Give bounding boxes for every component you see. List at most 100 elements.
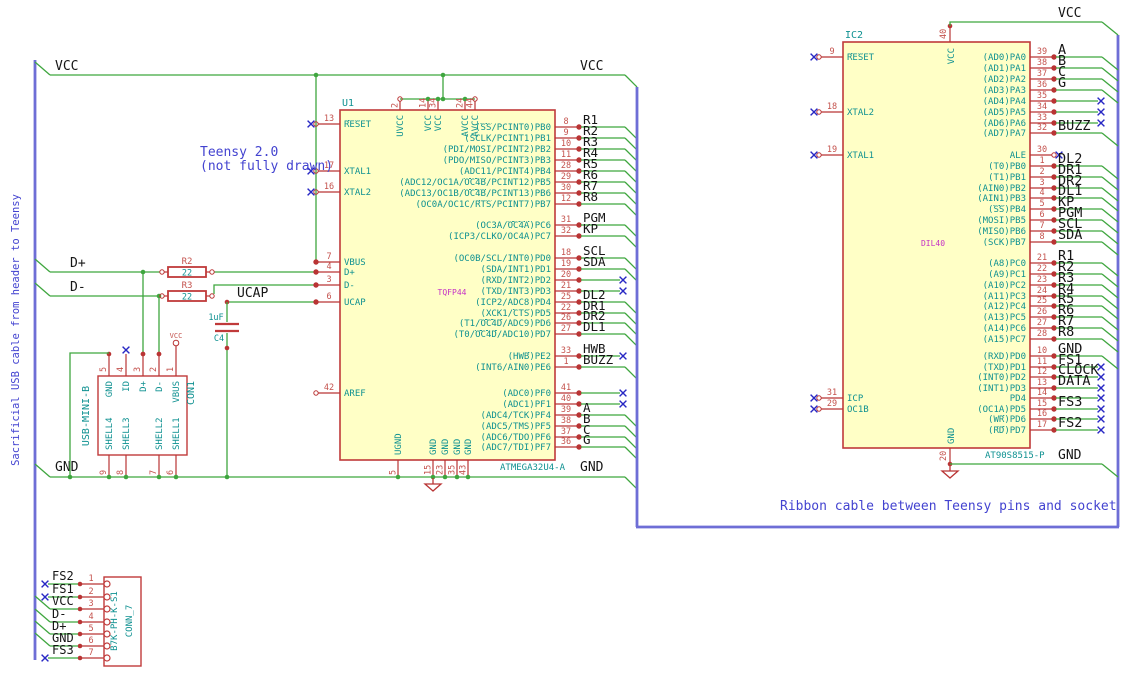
net-label-dplus[interactable]: D+ [70, 256, 86, 271]
bus-entry[interactable] [624, 159, 638, 173]
bus-entry[interactable] [624, 137, 638, 151]
net-label-ucap[interactable]: UCAP [237, 286, 268, 301]
bus-entry[interactable] [624, 268, 638, 282]
bus-entry[interactable] [1101, 273, 1119, 288]
net-label-vcc[interactable]: VCC [1058, 6, 1081, 21]
bus-entry[interactable] [34, 282, 51, 297]
bus-entry[interactable] [624, 181, 638, 195]
net-label-R8[interactable]: R8 [583, 189, 598, 204]
bus-entry[interactable] [1101, 208, 1119, 223]
bus-entry[interactable] [1101, 262, 1119, 277]
bus-entry[interactable] [1101, 219, 1119, 234]
bus-entry[interactable] [1101, 241, 1119, 256]
net-label-dminus[interactable]: D- [70, 280, 86, 295]
pin-number: 17 [1037, 420, 1047, 430]
net-label-FS3[interactable]: FS3 [52, 643, 74, 657]
bus-entry[interactable] [624, 257, 638, 271]
pin-number: 36 [561, 437, 571, 447]
bus-entry[interactable] [1101, 327, 1119, 342]
bus-entry[interactable] [624, 301, 638, 315]
bus-entry[interactable] [624, 170, 638, 184]
pin-name: VCC [424, 115, 434, 131]
bus-entry[interactable] [624, 322, 638, 336]
bus-entry[interactable] [624, 148, 638, 162]
net-label-BUZZ[interactable]: BUZZ [583, 352, 614, 367]
note-teensy-line2: (not fully drawn) [200, 159, 334, 174]
bus-entry[interactable] [624, 446, 638, 460]
pin-name: (A10)PC2 [983, 281, 1026, 291]
net-label-R8[interactable]: R8 [1058, 324, 1074, 340]
bus-entry[interactable] [624, 74, 638, 88]
net-label-BUZZ[interactable]: BUZZ [1058, 118, 1091, 134]
bus-entry[interactable] [624, 333, 638, 347]
bus-entry[interactable] [624, 476, 638, 490]
bus-entry[interactable] [34, 595, 51, 610]
bus-entry[interactable] [624, 414, 638, 428]
junction [1051, 87, 1057, 93]
net-label-gnd[interactable]: GND [55, 460, 79, 475]
pin-number: 1 [166, 367, 176, 372]
bus-entry[interactable] [624, 192, 638, 206]
net-label-FS2[interactable]: FS2 [52, 569, 74, 583]
bus-entry[interactable] [1101, 67, 1119, 82]
net-label-G[interactable]: G [583, 432, 591, 447]
pin-name: SHELL4 [105, 417, 115, 450]
bus-entry[interactable] [34, 258, 51, 273]
bus-entry[interactable] [34, 608, 51, 623]
net-label-FS2[interactable]: FS2 [1058, 415, 1082, 431]
bus-entry[interactable] [1101, 89, 1119, 104]
pin-name: AREF [344, 389, 366, 399]
bus-entry[interactable] [1101, 316, 1119, 331]
bus-entry[interactable] [624, 203, 638, 217]
bus-entry[interactable] [1101, 338, 1119, 353]
bus-entry[interactable] [1101, 463, 1119, 478]
resistor-value: 22 [182, 269, 192, 279]
bus-entry[interactable] [34, 632, 51, 647]
vcc-wire[interactable] [949, 21, 1102, 26]
bus-entry[interactable] [624, 312, 638, 326]
bus-entry[interactable] [1101, 78, 1119, 93]
net-label-gnd[interactable]: GND [1058, 448, 1082, 463]
bus-entry[interactable] [624, 436, 638, 450]
bus-entry[interactable] [1101, 187, 1119, 202]
bus-entry[interactable] [1101, 197, 1119, 212]
bus-entry[interactable] [34, 620, 51, 635]
bus-entry[interactable] [1101, 295, 1119, 310]
junction [77, 643, 83, 649]
pin-end [816, 395, 822, 401]
bus-entry[interactable] [624, 366, 638, 380]
bus-entry[interactable] [1101, 284, 1119, 299]
net-label-vcc[interactable]: VCC [580, 59, 603, 74]
bus-entry[interactable] [34, 463, 51, 478]
bus-entry[interactable] [1101, 21, 1119, 36]
net-label-DL1[interactable]: DL1 [583, 319, 606, 334]
bus-entry[interactable] [1101, 355, 1119, 370]
bus-entry[interactable] [1101, 165, 1119, 180]
pin-number: 3 [133, 367, 143, 372]
bus-entry[interactable] [624, 224, 638, 238]
net-label-VCC[interactable]: VCC [52, 594, 74, 608]
bus-entry[interactable] [1101, 176, 1119, 191]
net-label-SDA[interactable]: SDA [1058, 227, 1082, 243]
net-label-DATA[interactable]: DATA [1058, 373, 1091, 389]
junction [1051, 395, 1057, 401]
bus-entry[interactable] [1101, 56, 1119, 71]
net-label-G[interactable]: G [1058, 75, 1066, 91]
net-label-FS3[interactable]: FS3 [1058, 394, 1082, 410]
bus-entry[interactable] [1101, 230, 1119, 245]
net-label-KP[interactable]: KP [583, 221, 598, 236]
bus-entry[interactable] [1101, 305, 1119, 320]
bus-entry[interactable] [624, 425, 638, 439]
bus-entry[interactable] [34, 61, 51, 76]
pin-end [816, 109, 822, 115]
bus-entry[interactable] [624, 126, 638, 140]
pin-number: 4 [88, 612, 93, 622]
pin-name: (RD)PD7 [988, 426, 1026, 436]
net-label-vcc[interactable]: VCC [55, 59, 78, 74]
net-label-gnd[interactable]: GND [580, 460, 604, 475]
net-label-SDA[interactable]: SDA [583, 254, 606, 269]
junction [576, 299, 582, 305]
bus-entry[interactable] [1101, 132, 1119, 147]
bus-entry[interactable] [624, 235, 638, 249]
pin-number: 4 [326, 262, 331, 272]
